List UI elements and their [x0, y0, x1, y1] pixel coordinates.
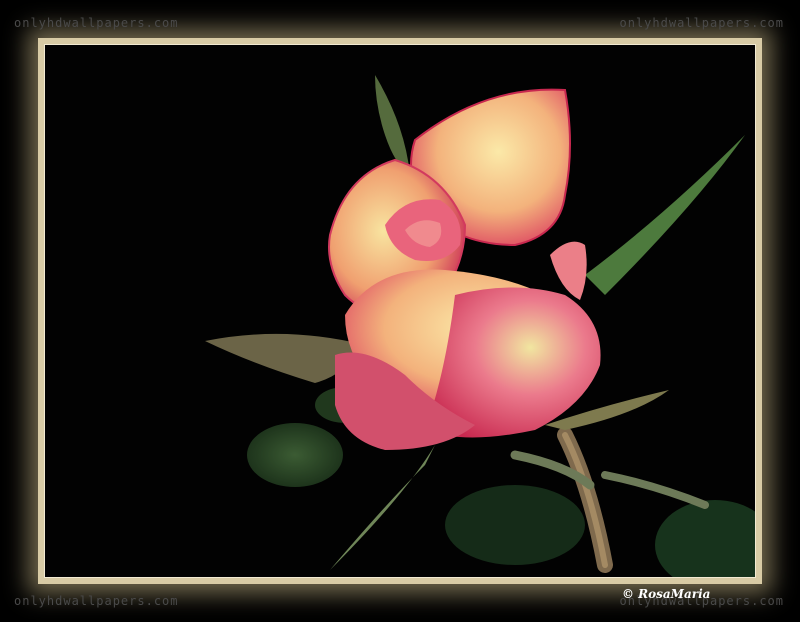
- rose-photo: [44, 44, 756, 578]
- rose-bud: [328, 88, 601, 450]
- photo-credit: © RosaMaria: [622, 587, 711, 601]
- watermark-top-right: onlyhdwallpapers.com: [619, 16, 784, 30]
- watermark-bottom-left: onlyhdwallpapers.com: [14, 594, 179, 608]
- watermark-top-left: onlyhdwallpapers.com: [14, 16, 179, 30]
- rose-bud-illustration: [205, 75, 755, 577]
